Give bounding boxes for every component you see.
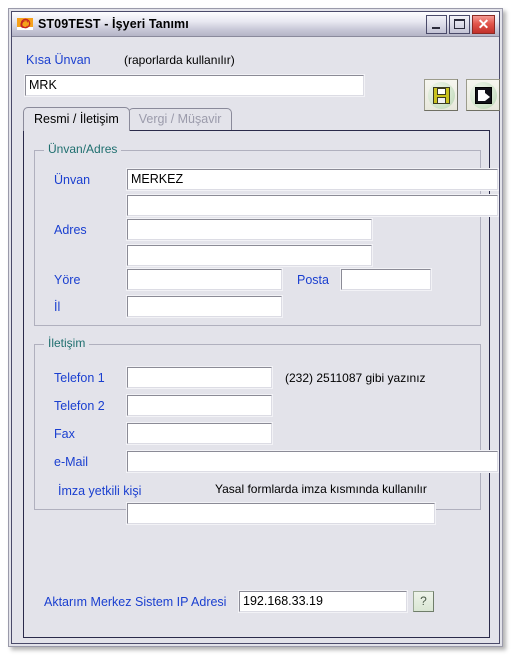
email-input[interactable] bbox=[126, 450, 499, 473]
minimize-button[interactable] bbox=[426, 14, 447, 34]
group-unvan-adres: Ünvan/Adres Ünvan MERKEZ Adres Yöre Post… bbox=[34, 143, 499, 326]
tab-strip: Resmi / İletişim Vergi / Müşavir bbox=[23, 107, 233, 131]
window-inner-frame: C ST09TEST - İşyeri Tanımı ✕ Kısa Ünvan … bbox=[11, 11, 500, 644]
transfer-ip-label: Aktarım Merkez Sistem IP Adresi bbox=[44, 595, 227, 609]
yore-input[interactable] bbox=[126, 268, 283, 291]
il-label: İl bbox=[54, 300, 61, 314]
window-title: ST09TEST - İşyeri Tanımı bbox=[38, 17, 189, 31]
short-title-hint: (raporlarda kullanılır) bbox=[124, 53, 235, 67]
short-title-label: Kısa Ünvan bbox=[26, 53, 91, 67]
adres-label: Adres bbox=[54, 223, 87, 237]
telefon1-label: Telefon 1 bbox=[54, 371, 105, 385]
telefon2-label: Telefon 2 bbox=[54, 399, 105, 413]
minimize-icon bbox=[432, 26, 440, 29]
maximize-button[interactable] bbox=[449, 14, 470, 34]
maximize-icon bbox=[454, 18, 465, 29]
group-unvan-adres-legend: Ünvan/Adres bbox=[44, 143, 122, 156]
telefon1-hint: (232) 2511087 gibi yazınız bbox=[285, 371, 426, 385]
unvan-line1-input[interactable]: MERKEZ bbox=[126, 168, 499, 191]
client-area: Kısa Ünvan (raporlarda kullanılır) MRK R… bbox=[12, 37, 500, 643]
floppy-disk-save-icon bbox=[433, 87, 450, 104]
window-controls: ✕ bbox=[426, 14, 495, 34]
group-iletisim-legend: İletişim bbox=[44, 337, 90, 350]
posta-input[interactable] bbox=[340, 268, 432, 291]
floppy-shutter bbox=[437, 88, 446, 95]
yore-label: Yöre bbox=[54, 273, 81, 287]
app-logo-icon: C bbox=[17, 16, 33, 32]
fax-label: Fax bbox=[54, 427, 75, 441]
tab-vergi-musavir[interactable]: Vergi / Müşavir bbox=[127, 108, 233, 130]
tab-resmi-iletisim[interactable]: Resmi / İletişim bbox=[23, 107, 130, 131]
help-button[interactable]: ? bbox=[413, 591, 434, 612]
imza-input[interactable] bbox=[126, 502, 436, 525]
telefon2-input[interactable] bbox=[126, 394, 273, 417]
tab-panel-resmi-iletisim: Ünvan/Adres Ünvan MERKEZ Adres Yöre Post… bbox=[23, 130, 499, 638]
posta-label: Posta bbox=[297, 273, 329, 287]
tab-vergi-musavir-label: Vergi / Müşavir bbox=[138, 112, 222, 126]
exit-door-icon bbox=[475, 87, 492, 104]
imza-hint: Yasal formlarda imza kısmında kullanılır bbox=[215, 482, 427, 496]
exit-arrow bbox=[485, 93, 490, 101]
exit-button[interactable] bbox=[466, 79, 500, 111]
email-label: e-Mail bbox=[54, 455, 89, 469]
close-icon: ✕ bbox=[477, 15, 490, 32]
imza-label: İmza yetkili kişi bbox=[58, 484, 142, 498]
dialog-window: C ST09TEST - İşyeri Tanımı ✕ Kısa Ünvan … bbox=[8, 8, 503, 647]
unvan-line2-input[interactable] bbox=[126, 194, 499, 217]
il-input[interactable] bbox=[126, 295, 283, 318]
floppy-label bbox=[437, 97, 446, 103]
transfer-ip-input[interactable]: 192.168.33.19 bbox=[238, 590, 408, 613]
adres-line1-input[interactable] bbox=[126, 218, 373, 241]
short-title-input[interactable]: MRK bbox=[24, 74, 365, 97]
unvan-label: Ünvan bbox=[54, 173, 91, 187]
telefon1-input[interactable] bbox=[126, 366, 273, 389]
fax-input[interactable] bbox=[126, 422, 273, 445]
adres-line2-input[interactable] bbox=[126, 244, 373, 267]
exit-door-panel bbox=[478, 90, 485, 101]
close-button[interactable]: ✕ bbox=[472, 14, 495, 34]
tab-resmi-iletisim-label: Resmi / İletişim bbox=[34, 112, 119, 126]
group-iletisim: İletişim Telefon 1 (232) 2511087 gibi ya… bbox=[34, 337, 499, 525]
save-button[interactable] bbox=[424, 79, 458, 111]
title-bar[interactable]: C ST09TEST - İşyeri Tanımı ✕ bbox=[12, 12, 499, 37]
